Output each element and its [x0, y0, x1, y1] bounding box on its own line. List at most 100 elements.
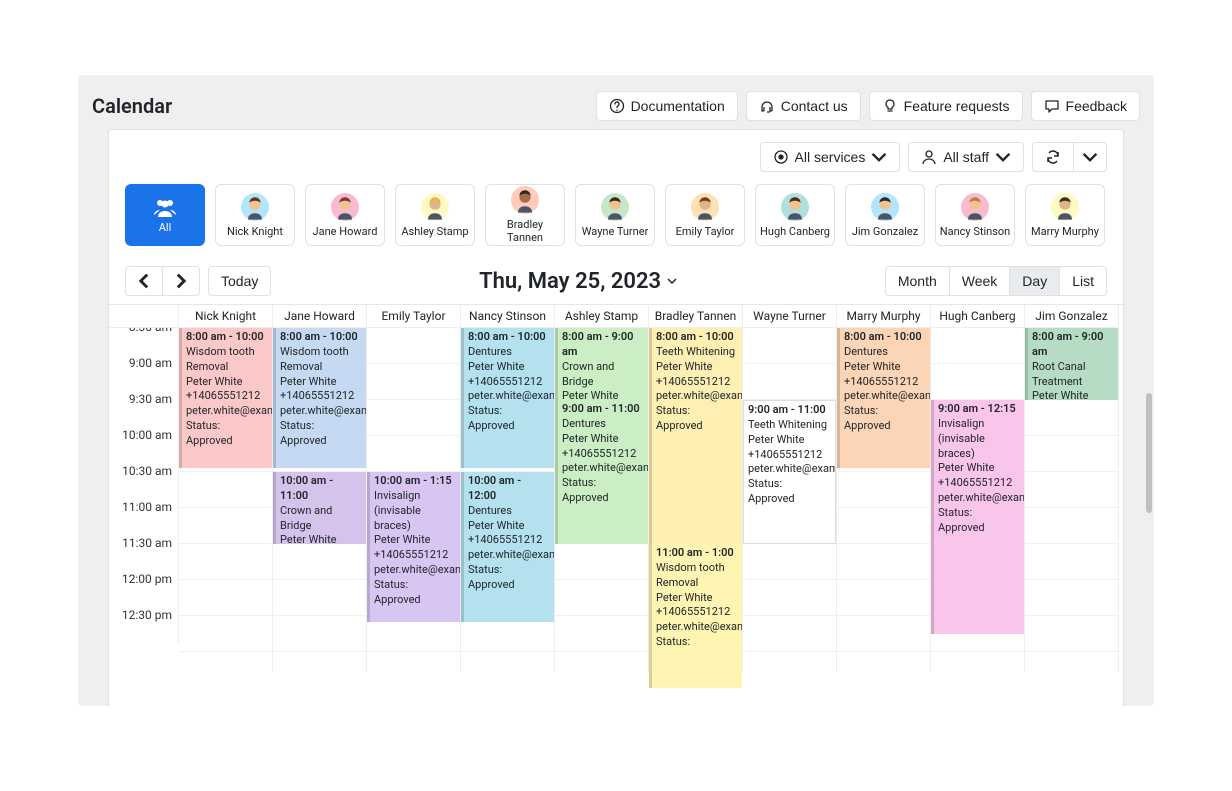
event-email: peter.white@example.com: [374, 563, 460, 576]
staff-filter-bradley-tannen[interactable]: Bradley Tannen: [485, 184, 565, 246]
view-month[interactable]: Month: [885, 266, 950, 296]
calendar-event[interactable]: 8:00 am - 10:00DenturesPeter White+14065…: [837, 328, 930, 468]
staff-column[interactable]: 9:00 am - 11:00Teeth WhiteningPeter Whit…: [743, 328, 837, 672]
view-day[interactable]: Day: [1009, 266, 1060, 296]
calendar-event[interactable]: 9:00 am - 12:15 Invisalign (invisable bra…: [931, 400, 1024, 634]
event-status: Status: Approved: [656, 404, 703, 432]
avatar: [421, 193, 449, 221]
next-button[interactable]: [162, 266, 200, 296]
staff-filter-ashley-stamp[interactable]: Ashley Stamp: [395, 184, 475, 246]
calendar-event[interactable]: 8:00 am - 10:00Wisdom tooth RemovalPeter…: [273, 328, 366, 468]
view-switch: MonthWeekDayList: [885, 266, 1107, 296]
staff-filter-hugh-canberg[interactable]: Hugh Canberg: [755, 184, 835, 246]
staff-filter-jim-gonzalez[interactable]: Jim Gonzalez: [845, 184, 925, 246]
documentation-button[interactable]: Documentation: [596, 91, 738, 121]
date-title[interactable]: Thu, May 25, 2023: [479, 269, 677, 294]
event-phone: +14065551212: [656, 605, 730, 618]
column-header: Nick Knight: [179, 305, 273, 328]
person-icon: [921, 149, 937, 165]
staff-column[interactable]: 8:00 am - 10:00DenturesPeter White+14065…: [461, 328, 555, 672]
feature-button[interactable]: Feature requests: [869, 91, 1023, 121]
all-staff-dropdown[interactable]: All staff: [908, 142, 1024, 172]
event-time: 8:00 am - 10:00: [656, 330, 734, 343]
staff-column[interactable]: 8:00 am - 10:00DenturesPeter White+14065…: [837, 328, 931, 672]
event-phone: +14065551212: [468, 533, 542, 546]
staff-filter-emily-taylor[interactable]: Emily Taylor: [665, 184, 745, 246]
staff-filter-marry-murphy[interactable]: Marry Murphy: [1025, 184, 1105, 246]
event-phone: +14065551212: [186, 389, 260, 402]
staff-column[interactable]: 8:00 am - 9:00 amRoot Canal TreatmentPet…: [1025, 328, 1119, 672]
event-time: 8:00 am - 9:00 am: [562, 330, 633, 358]
event-email: peter.white@example.com: [562, 461, 648, 474]
staff-filter-nick-knight[interactable]: Nick Knight: [215, 184, 295, 246]
event-client: Peter White: [656, 360, 713, 373]
calendar-event[interactable]: 8:00 am - 10:00DenturesPeter White+14065…: [461, 328, 554, 468]
event-time: 11:00 am - 1:00: [656, 546, 734, 559]
time-label: 11:00 am: [109, 500, 179, 536]
avatar: [241, 193, 269, 221]
calendar-container[interactable]: Nick KnightJane HowardEmily TaylorNancy …: [109, 304, 1123, 706]
calendar-event[interactable]: 9:00 am - 11:00Teeth WhiteningPeter Whit…: [743, 400, 836, 544]
scrollbar-thumb[interactable]: [1146, 393, 1152, 513]
calendar-event[interactable]: 8:00 am - 9:00 amCrown and BridgePeter W…: [555, 328, 648, 400]
prev-button[interactable]: [125, 266, 163, 296]
staff-filter-nancy-stinson[interactable]: Nancy Stinson: [935, 184, 1015, 246]
avatar: [1051, 193, 1079, 221]
staff-filter-all[interactable]: All: [125, 184, 205, 246]
event-email: peter.white@example.com: [468, 389, 554, 402]
event-client: Peter White: [186, 375, 243, 388]
refresh-button[interactable]: [1032, 142, 1074, 172]
staff-filter-jane-howard[interactable]: Jane Howard: [305, 184, 385, 246]
event-phone: +14065551212: [938, 476, 1012, 489]
staff-column[interactable]: 9:00 am - 12:15 Invisalign (invisable bra…: [931, 328, 1025, 672]
avatar: [871, 193, 899, 221]
view-list[interactable]: List: [1059, 266, 1107, 296]
event-status: Status: Approved: [468, 563, 515, 591]
staff-column[interactable]: 8:00 am - 10:00 Teeth Whitening Peter Whit…: [649, 328, 743, 672]
calendar-event[interactable]: 8:00 am - 10:00 Teeth Whitening Peter Whit…: [649, 328, 742, 544]
event-client: Peter White: [938, 461, 995, 474]
refresh-dropdown[interactable]: [1073, 142, 1107, 172]
event-time: 9:00 am - 11:00: [748, 403, 826, 416]
event-client: Peter White: [468, 519, 525, 532]
avatar: [691, 193, 719, 221]
event-email: peter.white@example.com: [656, 620, 742, 633]
staff-filter-wayne-turner[interactable]: Wayne Turner: [575, 184, 655, 246]
calendar-event[interactable]: 10:00 am - 11:00Crown and BridgePeter Wh…: [273, 472, 366, 544]
today-button[interactable]: Today: [208, 266, 271, 296]
calendar-event[interactable]: 8:00 am - 9:00 amRoot Canal TreatmentPet…: [1025, 328, 1118, 400]
event-phone: +14065551212: [656, 375, 730, 388]
group-icon: [152, 197, 178, 217]
calendar-event[interactable]: 10:00 am - 12:00 Dentures Peter White+1406…: [461, 472, 554, 622]
avatar: [511, 186, 539, 214]
event-title: Dentures: [468, 504, 512, 517]
all-services-dropdown[interactable]: All services: [760, 142, 901, 172]
calendar-event[interactable]: 8:00 am - 10:00Wisdom tooth RemovalPeter…: [179, 328, 272, 468]
calendar-event[interactable]: 9:00 am - 11:00DenturesPeter White+14065…: [555, 400, 648, 544]
event-status: Status:: [656, 635, 690, 648]
staff-column[interactable]: 8:00 am - 10:00Wisdom tooth RemovalPeter…: [273, 328, 367, 672]
column-header: Ashley Stamp: [555, 305, 649, 328]
avatar: [961, 193, 989, 221]
contact-button[interactable]: Contact us: [746, 91, 861, 121]
event-status: Status: Approved: [938, 506, 985, 534]
chevron-left-icon: [136, 273, 152, 289]
calendar-event[interactable]: 10:00 am - 1:15Invisalign (invisable bra…: [367, 472, 460, 622]
event-phone: +14065551212: [374, 548, 448, 561]
caret-down-icon: [871, 149, 887, 165]
event-title: Teeth Whitening: [656, 345, 735, 358]
calendar-event[interactable]: 11:00 am - 1:00Wisdom tooth RemovalPeter…: [649, 544, 742, 688]
staff-column[interactable]: 8:00 am - 10:00Wisdom tooth RemovalPeter…: [179, 328, 273, 672]
view-week[interactable]: Week: [949, 266, 1011, 296]
event-time: 9:00 am - 12:15: [938, 402, 1016, 415]
feedback-button[interactable]: Feedback: [1031, 91, 1140, 121]
column-header: Jim Gonzalez: [1025, 305, 1119, 328]
event-title: Invisalign (invisable braces): [938, 417, 985, 460]
chat-icon: [1044, 98, 1060, 114]
event-time: 10:00 am - 12:00: [468, 474, 521, 502]
event-client: Peter White: [844, 360, 901, 373]
staff-column[interactable]: 8:00 am - 9:00 amCrown and BridgePeter W…: [555, 328, 649, 672]
event-status: Status: Approved: [280, 419, 327, 447]
staff-column[interactable]: 10:00 am - 1:15Invisalign (invisable bra…: [367, 328, 461, 672]
event-time: 10:00 am - 1:15: [374, 474, 452, 487]
